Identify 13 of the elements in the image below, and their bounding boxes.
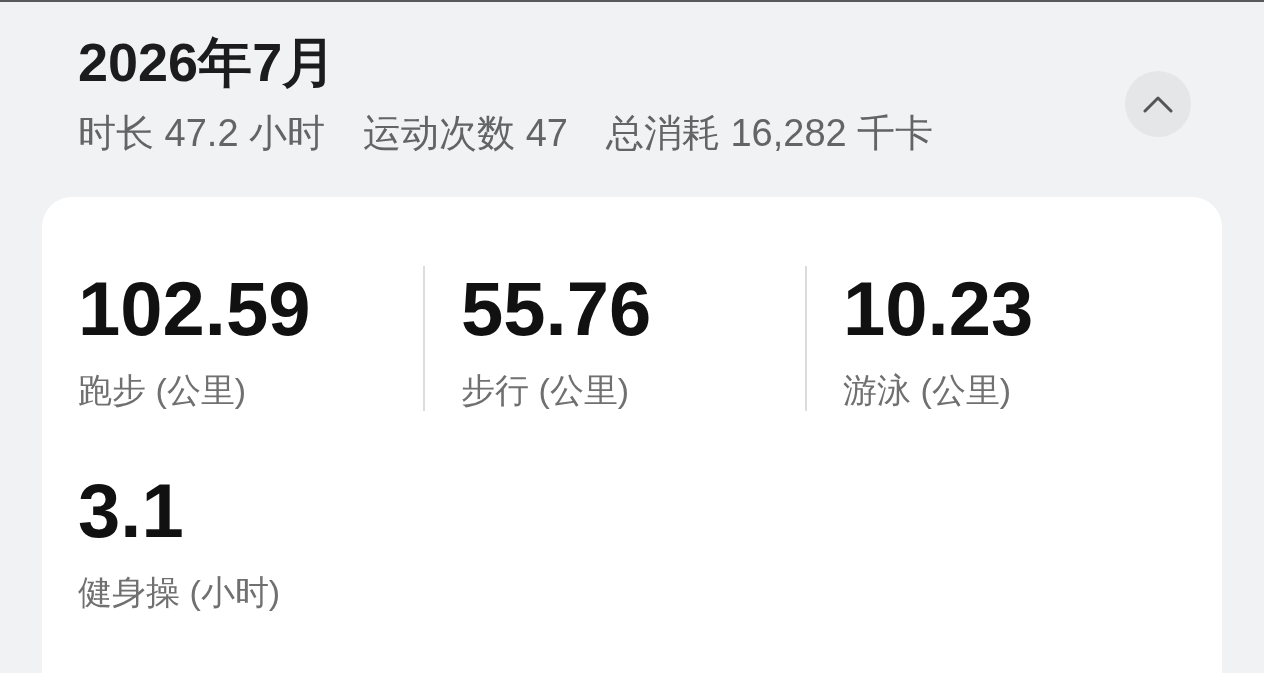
- stat-value: 10.23: [843, 266, 1034, 352]
- summary-stat: 运动次数 47: [363, 111, 568, 156]
- month-title: 2026年7月: [78, 31, 337, 94]
- stat-label: 健身操 (小时): [78, 572, 281, 613]
- stat-label: 游泳 (公里): [843, 370, 1012, 411]
- stat-value: 55.76: [461, 266, 652, 352]
- chevron-up-icon: [1143, 95, 1173, 113]
- summary-stat: 时长 47.2 小时: [78, 111, 326, 156]
- stat-label: 步行 (公里): [461, 370, 630, 411]
- stat-value: 3.1: [78, 468, 184, 554]
- stat-value: 102.59: [78, 266, 311, 352]
- stat-label: 跑步 (公里): [78, 370, 247, 411]
- summary-stat: 总消耗 16,282 千卡: [605, 111, 934, 156]
